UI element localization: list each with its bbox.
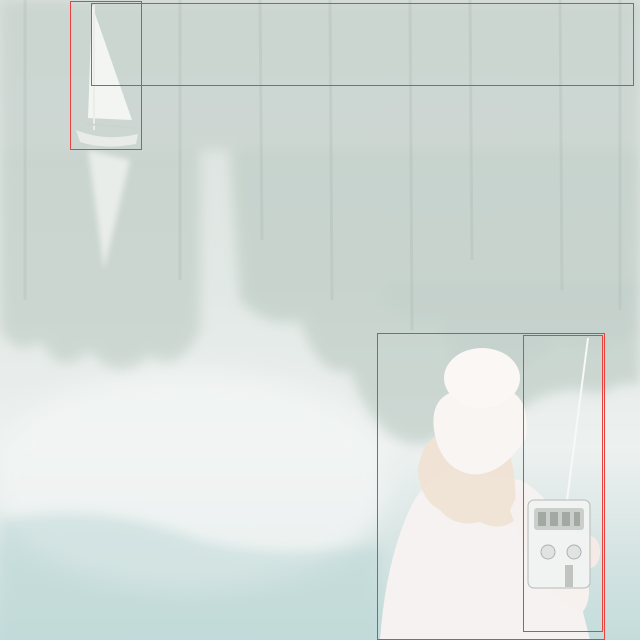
photo-scene (0, 0, 640, 640)
annotation-box-reflection (91, 3, 634, 86)
annotation-box-remote-control (523, 335, 603, 632)
